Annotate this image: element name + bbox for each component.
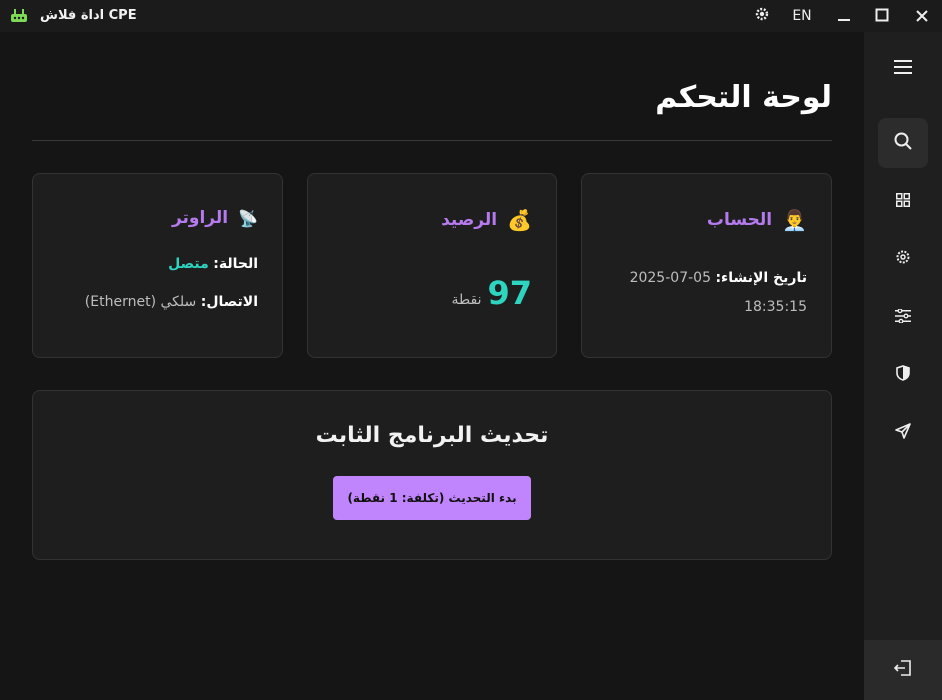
sliders-icon bbox=[895, 307, 911, 327]
sidebar-item-dashboard[interactable] bbox=[878, 176, 928, 226]
title-divider bbox=[32, 140, 832, 141]
gear-icon bbox=[895, 249, 911, 269]
app-title: CPE اداة فلاش bbox=[40, 8, 137, 23]
router-status: الحالة: متصل bbox=[168, 256, 258, 272]
account-created-label: تاريخ الإنشاء: bbox=[715, 270, 807, 286]
grid-icon bbox=[896, 192, 910, 211]
sidebar-item-security[interactable] bbox=[878, 350, 928, 400]
start-update-button[interactable]: بدء التحديث (تكلفة: 1 نقطة) bbox=[333, 476, 531, 520]
maximize-icon bbox=[875, 7, 889, 26]
close-button[interactable] bbox=[906, 0, 938, 32]
minimize-button[interactable] bbox=[830, 0, 858, 32]
balance-card-title: الرصيد bbox=[441, 210, 498, 230]
router-connection-label: الاتصال: bbox=[200, 294, 258, 310]
router-status-label: الحالة: bbox=[213, 256, 258, 272]
close-icon bbox=[916, 7, 928, 26]
router-connection-value: سلكي (Ethernet) bbox=[84, 294, 197, 310]
money-bag-icon: 💰 bbox=[507, 208, 532, 232]
satellite-icon: 📡 bbox=[238, 208, 258, 228]
router-app-icon bbox=[10, 8, 28, 24]
logout-icon bbox=[893, 660, 912, 680]
balance-card-header: 💰 الرصيد bbox=[441, 208, 532, 232]
sidebar-item-search[interactable] bbox=[878, 118, 928, 168]
router-status-value: متصل bbox=[168, 256, 209, 272]
language-toggle-button[interactable]: EN bbox=[784, 0, 820, 32]
shield-icon bbox=[896, 365, 910, 385]
theme-settings-button[interactable] bbox=[750, 0, 774, 32]
sidebar-item-adjustments[interactable] bbox=[878, 292, 928, 342]
balance-card: 💰 الرصيد 97 نقطة bbox=[307, 173, 557, 358]
sidebar-item-settings[interactable] bbox=[878, 234, 928, 284]
gear-icon bbox=[754, 6, 770, 26]
logout-button[interactable] bbox=[864, 640, 942, 700]
page-title: لوحة التحكم bbox=[655, 80, 832, 115]
maximize-button[interactable] bbox=[868, 0, 896, 32]
router-card-title: الراوتر bbox=[171, 208, 229, 228]
router-connection: الاتصال: سلكي (Ethernet) bbox=[85, 294, 258, 310]
sidebar bbox=[864, 32, 942, 700]
search-icon bbox=[894, 132, 912, 154]
title-bar: CPE اداة فلاش EN bbox=[0, 0, 942, 32]
main-content: لوحة التحكم 👨‍💼 الحساب تاريخ الإنشاء: 05… bbox=[0, 32, 864, 700]
router-card: 📡 الراوتر الحالة: متصل الاتصال: سلكي (Et… bbox=[32, 173, 283, 358]
person-icon: 👨‍💼 bbox=[782, 208, 807, 232]
sidebar-item-send[interactable] bbox=[878, 408, 928, 458]
minimize-icon bbox=[837, 7, 851, 26]
account-card: 👨‍💼 الحساب تاريخ الإنشاء: 05-07-2025 18:… bbox=[581, 173, 832, 358]
sidebar-menu-button[interactable] bbox=[878, 43, 928, 93]
menu-icon bbox=[894, 59, 912, 78]
balance-unit: نقطة bbox=[451, 292, 482, 308]
account-card-header: 👨‍💼 الحساب bbox=[707, 208, 807, 232]
firmware-title: تحديث البرنامج الثابت bbox=[315, 423, 549, 448]
balance-amount: 97 نقطة bbox=[452, 274, 533, 312]
firmware-card: تحديث البرنامج الثابت بدء التحديث (تكلفة… bbox=[32, 390, 832, 560]
balance-value: 97 bbox=[487, 274, 532, 312]
account-card-title: الحساب bbox=[706, 210, 773, 230]
account-created: تاريخ الإنشاء: 05-07-2025 18:35:15 bbox=[607, 264, 807, 322]
send-icon bbox=[895, 423, 911, 443]
router-card-header: 📡 الراوتر bbox=[172, 208, 258, 228]
